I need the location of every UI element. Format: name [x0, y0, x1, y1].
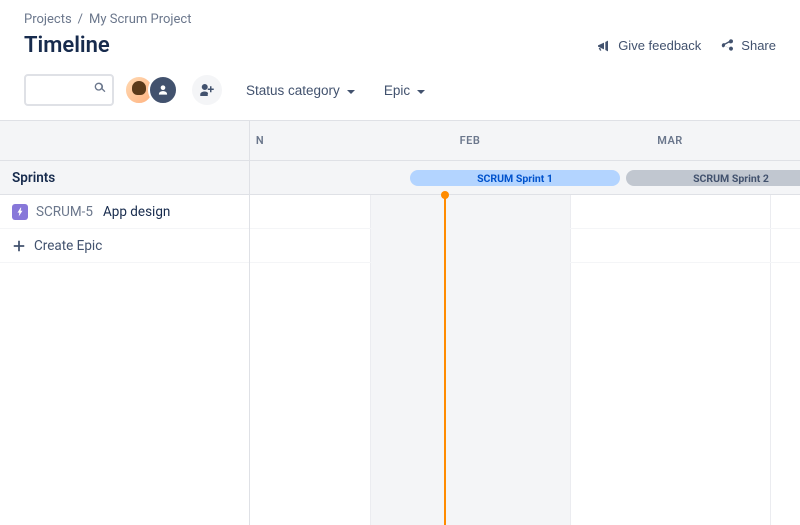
chevron-down-icon	[346, 85, 356, 95]
epic-filter-label: Epic	[384, 83, 410, 98]
give-feedback-button[interactable]: Give feedback	[596, 38, 701, 54]
sprint-pill-inactive[interactable]: SCRUM Sprint 2	[626, 170, 800, 186]
sprints-heading-label: Sprints	[12, 170, 55, 186]
epic-filter-dropdown[interactable]: Epic	[380, 77, 430, 104]
search-icon	[92, 80, 108, 100]
sprint-pill-active[interactable]: SCRUM Sprint 1	[410, 170, 620, 186]
share-label: Share	[741, 38, 776, 53]
breadcrumb-project[interactable]: My Scrum Project	[89, 12, 191, 27]
issue-key: SCRUM-5	[36, 204, 93, 220]
timeline-grid[interactable]: SCRUM Sprint 1 SCRUM Sprint 2	[250, 161, 800, 525]
sprints-heading: Sprints	[0, 161, 249, 195]
create-epic-label: Create Epic	[34, 238, 102, 254]
plus-icon	[12, 239, 26, 253]
share-icon	[719, 38, 735, 54]
add-people-button[interactable]	[192, 75, 222, 105]
feedback-label: Give feedback	[618, 38, 701, 53]
epic-icon	[12, 204, 28, 220]
page-title: Timeline	[24, 33, 110, 58]
share-button[interactable]: Share	[719, 38, 776, 54]
create-epic-row-grid	[250, 229, 800, 263]
sprint-row: SCRUM Sprint 1 SCRUM Sprint 2	[250, 161, 800, 195]
breadcrumb-root[interactable]: Projects	[24, 12, 72, 27]
create-epic-button[interactable]: Create Epic	[0, 229, 249, 263]
month-label: MAR	[570, 121, 770, 160]
add-people-icon	[198, 81, 216, 99]
status-category-label: Status category	[246, 83, 340, 98]
sprint-name: SCRUM Sprint 2	[693, 172, 769, 185]
epic-row-grid[interactable]	[250, 195, 800, 229]
chevron-down-icon	[416, 85, 426, 95]
today-line	[444, 195, 446, 525]
breadcrumb-sep: /	[78, 12, 83, 27]
month-label: FEB	[370, 121, 570, 160]
assignee-avatars	[124, 75, 178, 105]
status-category-dropdown[interactable]: Status category	[242, 77, 360, 104]
megaphone-icon	[596, 38, 612, 54]
today-marker	[441, 191, 449, 199]
month-label: N	[250, 121, 290, 160]
breadcrumb: Projects / My Scrum Project	[24, 12, 776, 27]
epic-row[interactable]: SCRUM-5 App design	[0, 195, 249, 229]
sprint-name: SCRUM Sprint 1	[477, 172, 553, 185]
avatar-unassigned[interactable]	[148, 75, 178, 105]
issue-summary: App design	[103, 204, 170, 220]
